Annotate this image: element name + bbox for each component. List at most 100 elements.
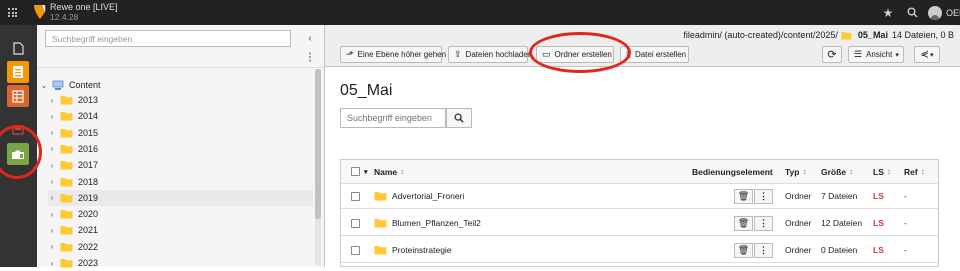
caret-down-icon: ▾ xyxy=(929,51,934,59)
chevron-right-icon[interactable]: › xyxy=(48,112,56,121)
tree-folder-label: 2022 xyxy=(78,241,99,252)
delete-button[interactable]: 🗑 xyxy=(734,215,753,231)
folder-icon xyxy=(60,210,73,219)
ls-cell[interactable]: LS xyxy=(873,211,884,235)
sort-icon: ↕ xyxy=(886,167,891,176)
tree-folder-item[interactable]: › 2019 xyxy=(48,189,313,206)
chevron-right-icon[interactable]: › xyxy=(48,193,56,202)
col-type-label: Typ xyxy=(785,166,800,177)
delete-button[interactable]: 🗑 xyxy=(734,242,753,258)
star-icon[interactable]: ★ xyxy=(876,0,900,25)
file-search-input[interactable] xyxy=(340,108,446,128)
tree-folder-item[interactable]: › 2017 xyxy=(48,157,98,173)
table-row[interactable]: Blumen_Pflanzen_Teil2 🗑 ⋮ Ordner 12 Dateien L… xyxy=(341,211,938,236)
media-module-icon[interactable] xyxy=(7,119,29,141)
page-module-icon[interactable] xyxy=(7,37,29,59)
col-name[interactable]: Name ↕ xyxy=(374,160,404,183)
refresh-button[interactable]: ⟳ xyxy=(822,46,842,63)
trash-icon: 🗑 xyxy=(737,244,750,255)
chevron-right-icon[interactable]: › xyxy=(48,177,56,186)
ls-cell[interactable]: LS xyxy=(873,184,884,208)
list-module-icon[interactable] xyxy=(7,61,29,83)
chevron-right-icon[interactable]: › xyxy=(48,259,56,268)
list-view-icon: ☰ xyxy=(854,49,863,59)
tree-search-input[interactable] xyxy=(45,30,291,47)
folder-tree-panel: ‹ ⋮ ⌄ Content ›2013›2014›2015›2016›2017›… xyxy=(37,25,325,268)
tree-folder-item[interactable]: › 2016 xyxy=(48,141,98,157)
row-checkbox[interactable] xyxy=(351,245,360,255)
tree-folder-item[interactable]: › 2014 xyxy=(48,108,98,124)
tree-folder-item[interactable]: › 2022 xyxy=(48,239,98,255)
file-name-link[interactable]: Blumen_Pflanzen_Teil2 xyxy=(392,218,481,228)
upload-files-button[interactable]: ⇪ Dateien hochladen xyxy=(448,46,532,63)
folder-icon xyxy=(60,112,73,121)
tree-folder-label: 2021 xyxy=(78,225,99,236)
chevron-right-icon[interactable]: › xyxy=(48,161,56,170)
tree-folder-label: 2014 xyxy=(78,111,99,122)
breadcrumb-path[interactable]: fileadmin/ (auto-created)/content/2025/ xyxy=(683,30,838,40)
col-ls[interactable]: LS ↕ xyxy=(873,160,891,183)
tree-options-icon[interactable]: ⋮ xyxy=(303,50,317,64)
more-options-button[interactable]: ⋮ xyxy=(754,215,773,231)
caret-down-icon[interactable]: ▾ xyxy=(364,168,368,176)
tree-folder-item[interactable]: › 2021 xyxy=(48,222,98,238)
folder-icon xyxy=(60,193,73,203)
folder-icon xyxy=(374,192,387,201)
col-type[interactable]: Typ ↕ xyxy=(785,160,806,183)
tree-folder-item[interactable]: › 2015 xyxy=(48,125,98,141)
avatar-icon[interactable] xyxy=(928,5,942,20)
col-ref[interactable]: Ref ↕ xyxy=(904,160,925,183)
more-options-button[interactable]: ⋮ xyxy=(754,188,773,204)
site-name[interactable]: Rewe one [LIVE] xyxy=(50,3,118,12)
module-sidebar xyxy=(0,25,37,267)
tree-folder-item[interactable]: › 2013 xyxy=(48,92,98,108)
view-dropdown[interactable]: ☰ Ansicht ▾ xyxy=(848,46,904,63)
row-checkbox[interactable] xyxy=(351,191,360,201)
doc-header: fileadmin/ (auto-created)/content/2025/ … xyxy=(325,25,960,67)
table-row[interactable]: Advertorial_Froneri 🗑 ⋮ Ordner 7 Dateien LS - xyxy=(341,184,938,209)
upload-label: Dateien hochladen xyxy=(465,50,533,59)
file-name-link[interactable]: Advertorial_Froneri xyxy=(392,191,464,201)
chevron-down-icon[interactable]: ⌄ xyxy=(40,81,48,90)
select-all-checkbox[interactable] xyxy=(351,167,360,176)
chevron-right-icon[interactable]: › xyxy=(48,210,56,219)
table-row[interactable]: Proteinstrategie 🗑 ⋮ Ordner 0 Dateien LS - xyxy=(341,238,938,263)
chevron-right-icon[interactable]: › xyxy=(48,144,56,153)
chevron-right-icon[interactable]: › xyxy=(48,226,56,235)
type-cell: Ordner xyxy=(785,191,812,201)
file-name-link[interactable]: Proteinstrategie xyxy=(392,245,452,255)
tree-folder-item[interactable]: › 2020 xyxy=(48,206,98,222)
create-folder-button[interactable]: ▭ Ordner erstellen xyxy=(536,46,614,63)
chevron-right-icon[interactable]: › xyxy=(48,128,56,137)
more-options-button[interactable]: ⋮ xyxy=(754,242,773,258)
filelist-module-icon[interactable] xyxy=(7,143,29,165)
search-icon[interactable] xyxy=(900,0,924,25)
create-file-button[interactable]: ▯ Datei erstellen xyxy=(620,46,689,63)
row-checkbox[interactable] xyxy=(351,218,360,228)
view-label: Ansicht xyxy=(866,50,893,59)
workspaces-module-icon[interactable] xyxy=(7,85,29,107)
app-menu-grid-icon[interactable] xyxy=(0,0,25,25)
typo3-logo-icon[interactable] xyxy=(33,4,46,20)
ls-cell[interactable]: LS xyxy=(873,238,884,262)
size-cell: 0 Dateien xyxy=(821,245,858,255)
tree-folder-item[interactable]: › 2018 xyxy=(48,174,98,190)
search-button[interactable] xyxy=(446,108,472,128)
chevron-right-icon[interactable]: › xyxy=(48,242,56,251)
tree-scrollbar[interactable] xyxy=(315,69,321,265)
collapse-tree-chevron-icon[interactable]: ‹ xyxy=(303,30,317,47)
user-label[interactable]: OED xyxy=(946,8,960,18)
filelist-main: fileadmin/ (auto-created)/content/2025/ … xyxy=(325,25,960,267)
tree-root-content[interactable]: ⌄ Content xyxy=(40,77,101,93)
col-size[interactable]: Größe ↕ xyxy=(821,160,853,183)
delete-button[interactable]: 🗑 xyxy=(734,188,753,204)
share-button[interactable]: ⋞ ▾ xyxy=(914,46,940,63)
more-icon: ⋮ xyxy=(759,190,768,201)
folder-summary: 14 Dateien, 0 B xyxy=(891,30,954,40)
folder-icon xyxy=(374,246,387,255)
share-icon: ⋞ xyxy=(920,49,929,60)
table-header: ▾ Name ↕ Bedienungselement Typ ↕ Größe ↕ LS… xyxy=(341,160,938,184)
tree-folder-item[interactable]: › 2023 xyxy=(48,255,98,271)
chevron-right-icon[interactable]: › xyxy=(48,96,56,105)
go-up-button[interactable]: ⬏ Eine Ebene höher gehen xyxy=(340,46,446,63)
